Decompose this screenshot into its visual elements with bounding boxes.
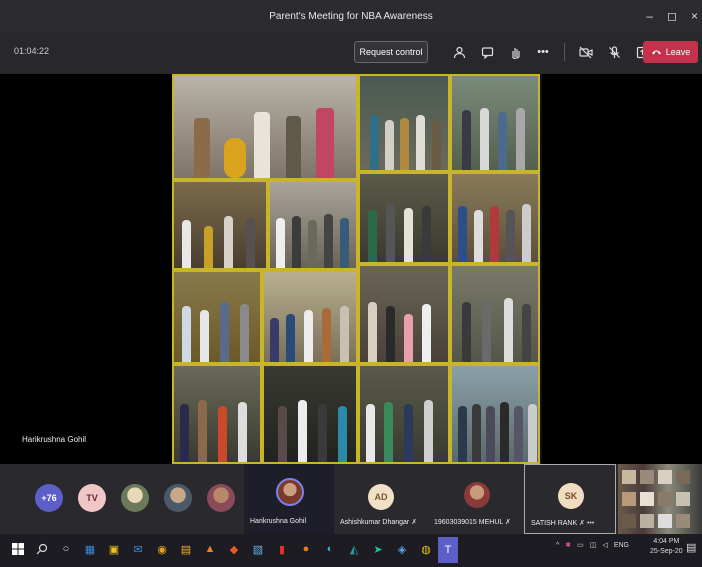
- search-icon[interactable]: [34, 541, 50, 557]
- collage-photo: [172, 74, 358, 180]
- participant-avatar: [464, 482, 490, 508]
- camera-off-icon[interactable]: [579, 44, 593, 60]
- notification-icon[interactable]: ▤: [686, 541, 696, 554]
- edge-icon[interactable]: ◐: [322, 541, 338, 557]
- close-button[interactable]: ×: [691, 9, 698, 23]
- request-control-button[interactable]: Request control: [354, 41, 428, 63]
- mic-off-icon[interactable]: [607, 44, 621, 60]
- windows-start-icon[interactable]: [10, 541, 26, 557]
- system-tray: ^ ✱ ▭ ◫ ◁ ENG: [556, 541, 629, 550]
- featured-participant-tile[interactable]: 19603039015 MEHUL ✗: [430, 464, 522, 534]
- collage-photo: [262, 270, 358, 364]
- more-options-icon[interactable]: •••: [587, 520, 594, 527]
- leave-button[interactable]: Leave: [643, 41, 698, 63]
- active-speaker-name: Harikrushna Gohil: [22, 435, 87, 444]
- self-view-preview[interactable]: [618, 464, 702, 534]
- system-clock[interactable]: 4:04 PM 25-Sep-20: [650, 537, 683, 557]
- firefox-icon[interactable]: ●: [298, 541, 314, 557]
- overflow-participants-avatar[interactable]: +76: [35, 484, 63, 512]
- mic-muted-icon: ✗: [504, 519, 511, 526]
- leave-label: Leave: [665, 47, 691, 57]
- participant-avatar[interactable]: TV: [78, 484, 106, 512]
- collage-photo: [450, 364, 540, 464]
- teams-icon[interactable]: T: [438, 537, 458, 563]
- app-icon[interactable]: ◍: [418, 541, 434, 557]
- files-icon[interactable]: ▤: [178, 541, 194, 557]
- participants-icon[interactable]: [452, 44, 466, 60]
- file-explorer-icon[interactable]: ▦: [82, 541, 98, 557]
- collage-photo: [450, 74, 540, 172]
- featured-participant-tile[interactable]: SK SATISH RANK ✗ •••: [524, 464, 616, 534]
- collage-photo: [172, 270, 262, 364]
- collage-photo: [172, 180, 268, 270]
- title-bar: Parent's Meeting for NBA Awareness: [0, 0, 702, 32]
- featured-participant-tile[interactable]: AD Ashishkumar Dhangar ✗: [334, 464, 430, 534]
- app-icon[interactable]: ◆: [226, 541, 242, 557]
- collage-photo: [268, 180, 358, 270]
- collage-photo: [450, 172, 540, 264]
- collage-photo: [358, 264, 450, 364]
- toolbar-divider: [564, 43, 565, 61]
- mic-muted-icon: ✗: [579, 520, 585, 527]
- vlc-icon[interactable]: ▲: [202, 541, 218, 557]
- collage-photo: [450, 264, 540, 364]
- app-icon[interactable]: ▧: [250, 541, 266, 557]
- app-icon[interactable]: ◈: [394, 541, 410, 557]
- phone-hangup-icon: [651, 50, 661, 55]
- pdf-icon[interactable]: ▮: [274, 541, 290, 557]
- battery-icon[interactable]: ▭: [577, 541, 584, 549]
- shared-photo-collage: [172, 74, 542, 464]
- collage-photo: [358, 364, 450, 464]
- app-icon[interactable]: ➤: [370, 541, 386, 557]
- participant-avatar[interactable]: [121, 484, 149, 512]
- participant-avatar: [276, 478, 304, 506]
- raise-hand-icon[interactable]: [508, 44, 522, 60]
- language-indicator[interactable]: ENG: [614, 542, 629, 549]
- collage-photo: [358, 74, 450, 172]
- participant-name: SATISH RANK ✗ •••: [531, 520, 595, 527]
- clock-date: 25-Sep-20: [650, 548, 683, 555]
- more-options-icon[interactable]: •••: [536, 44, 550, 60]
- participant-avatar[interactable]: [164, 484, 192, 512]
- mic-muted-icon: ✗: [411, 519, 418, 526]
- cortana-icon[interactable]: ○: [58, 541, 74, 557]
- participant-initials: SK: [558, 483, 584, 509]
- volume-icon[interactable]: ◁: [602, 541, 607, 549]
- participant-initials: AD: [368, 484, 394, 510]
- app-icon[interactable]: ◭: [346, 541, 362, 557]
- chrome-icon[interactable]: ◉: [154, 541, 170, 557]
- window-controls: – ◻ ×: [646, 0, 698, 32]
- collage-photo: [262, 364, 358, 464]
- participant-name: 19603039015 MEHUL ✗: [434, 519, 511, 526]
- app-tray-icon[interactable]: ✱: [565, 541, 571, 549]
- participant-name: Ashishkumar Dhangar ✗: [340, 519, 418, 526]
- meeting-timer: 01:04:22: [14, 46, 50, 56]
- participant-name: Harikrushna Gohil: [250, 518, 307, 525]
- store-icon[interactable]: ▣: [106, 541, 122, 557]
- participant-avatar[interactable]: [207, 484, 235, 512]
- featured-participant-tile[interactable]: Harikrushna Gohil: [244, 464, 334, 534]
- toolbar-actions: •••: [452, 43, 649, 61]
- network-icon[interactable]: ◫: [590, 541, 597, 549]
- chat-icon[interactable]: [480, 44, 494, 60]
- collage-photo: [358, 172, 450, 264]
- maximize-button[interactable]: ◻: [667, 9, 677, 23]
- chevron-up-icon[interactable]: ^: [556, 542, 559, 549]
- mail-icon[interactable]: ✉: [130, 541, 146, 557]
- window-title: Parent's Meeting for NBA Awareness: [269, 10, 433, 22]
- collage-photo: [172, 364, 262, 464]
- clock-time: 4:04 PM: [653, 538, 680, 545]
- minimize-button[interactable]: –: [646, 9, 653, 23]
